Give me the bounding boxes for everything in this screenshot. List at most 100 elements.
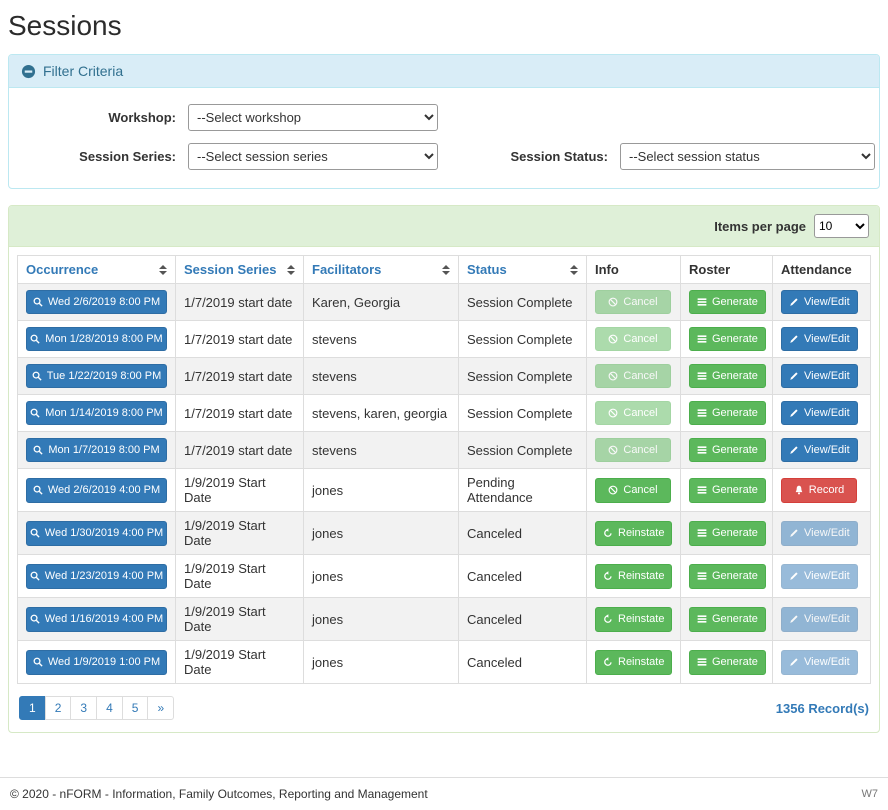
occurrence-button[interactable]: Tue 1/22/2019 8:00 PM — [26, 364, 167, 388]
session-series-cell: 1/9/2019 Start Date — [176, 598, 304, 641]
pagination-page-5[interactable]: 5 — [122, 696, 149, 720]
undo-icon — [603, 571, 613, 581]
info-button[interactable]: Cancel — [595, 364, 671, 388]
list-icon — [697, 408, 707, 418]
roster-button[interactable]: Generate — [689, 364, 766, 388]
facilitators-cell: stevens — [304, 432, 459, 469]
occurrence-button[interactable]: Mon 1/14/2019 8:00 PM — [26, 401, 167, 425]
roster-button[interactable]: Generate — [689, 650, 766, 674]
items-per-page-select[interactable]: 10 — [814, 214, 869, 238]
session-series-select[interactable]: --Select session series — [188, 143, 438, 170]
undo-icon — [603, 614, 613, 624]
status-cell: Canceled — [459, 512, 587, 555]
column-header-session-series[interactable]: Session Series — [176, 256, 304, 284]
occurrence-button[interactable]: Mon 1/28/2019 8:00 PM — [26, 327, 167, 351]
roster-button[interactable]: Generate — [689, 521, 766, 545]
column-header-label: Info — [595, 262, 619, 277]
pencil-icon — [789, 614, 799, 624]
session-status-select[interactable]: --Select session status — [620, 143, 875, 170]
table-row: Mon 1/7/2019 8:00 PM 1/7/2019 start date… — [18, 432, 871, 469]
pagination-page-1[interactable]: 1 — [19, 696, 46, 720]
record-count: 1356 Record(s) — [776, 701, 869, 716]
search-icon — [30, 408, 40, 418]
attendance-button[interactable]: View/Edit — [781, 438, 858, 462]
table-header-row: Occurrence Session Series Facilitators Stat… — [18, 256, 871, 284]
pagination-next-button[interactable]: » — [147, 696, 174, 720]
pencil-icon — [789, 408, 799, 418]
column-header-facilitators[interactable]: Facilitators — [304, 256, 459, 284]
occurrence-button[interactable]: Wed 2/6/2019 4:00 PM — [26, 478, 167, 502]
list-icon — [697, 371, 707, 381]
attendance-button[interactable]: Record — [781, 478, 857, 502]
status-cell: Pending Attendance — [459, 469, 587, 512]
attendance-button[interactable]: View/Edit — [781, 290, 858, 314]
facilitators-cell: Karen, Georgia — [304, 284, 459, 321]
info-button[interactable]: Cancel — [595, 290, 671, 314]
session-series-label: Session Series: — [21, 149, 176, 164]
table-row: Wed 1/9/2019 1:00 PM 1/9/2019 Start Date… — [18, 641, 871, 684]
list-icon — [697, 528, 707, 538]
occurrence-label: Mon 1/14/2019 8:00 PM — [45, 407, 162, 419]
column-header-status[interactable]: Status — [459, 256, 587, 284]
roster-button[interactable]: Generate — [689, 327, 766, 351]
occurrence-button[interactable]: Wed 2/6/2019 8:00 PM — [26, 290, 167, 314]
info-button[interactable]: Reinstate — [595, 650, 672, 674]
sort-icon — [287, 265, 295, 275]
facilitators-cell: stevens — [304, 358, 459, 395]
page-title: Sessions — [8, 10, 880, 42]
sessions-table-container: Occurrence Session Series Facilitators Stat… — [9, 247, 879, 732]
list-icon — [697, 485, 707, 495]
facilitators-cell: jones — [304, 598, 459, 641]
column-header-label: Facilitators — [312, 262, 381, 277]
roster-button[interactable]: Generate — [689, 607, 766, 631]
info-button[interactable]: Cancel — [595, 478, 671, 502]
occurrence-button[interactable]: Mon 1/7/2019 8:00 PM — [26, 438, 167, 462]
pagination-page-4[interactable]: 4 — [96, 696, 123, 720]
info-button[interactable]: Reinstate — [595, 521, 672, 545]
search-icon — [30, 614, 40, 624]
attendance-button[interactable]: View/Edit — [781, 564, 858, 588]
filter-panel-title: Filter Criteria — [43, 63, 123, 79]
pencil-icon — [789, 528, 799, 538]
info-button[interactable]: Cancel — [595, 327, 671, 351]
roster-button[interactable]: Generate — [689, 290, 766, 314]
occurrence-button[interactable]: Wed 1/23/2019 4:00 PM — [26, 564, 167, 588]
info-button[interactable]: Cancel — [595, 401, 671, 425]
occurrence-label: Wed 1/23/2019 4:00 PM — [45, 570, 163, 582]
minus-circle-icon[interactable] — [21, 64, 36, 79]
filter-panel-header[interactable]: Filter Criteria — [9, 55, 879, 88]
roster-button[interactable]: Generate — [689, 478, 766, 502]
occurrence-button[interactable]: Wed 1/9/2019 1:00 PM — [26, 650, 167, 674]
column-header-occurrence[interactable]: Occurrence — [18, 256, 176, 284]
workshop-select[interactable]: --Select workshop — [188, 104, 438, 131]
sessions-page: Sessions Filter Criteria Workshop: --Sel… — [0, 0, 888, 749]
facilitators-cell: jones — [304, 512, 459, 555]
items-per-page-label: Items per page — [714, 219, 806, 234]
occurrence-label: Wed 1/30/2019 4:00 PM — [45, 527, 163, 539]
column-header-attendance: Attendance — [773, 256, 871, 284]
attendance-button[interactable]: View/Edit — [781, 364, 858, 388]
status-cell: Session Complete — [459, 432, 587, 469]
table-row: Wed 2/6/2019 4:00 PM 1/9/2019 Start Date… — [18, 469, 871, 512]
occurrence-button[interactable]: Wed 1/30/2019 4:00 PM — [26, 521, 167, 545]
roster-button[interactable]: Generate — [689, 438, 766, 462]
attendance-button[interactable]: View/Edit — [781, 521, 858, 545]
info-button[interactable]: Reinstate — [595, 564, 672, 588]
info-button[interactable]: Reinstate — [595, 607, 672, 631]
pagination-page-2[interactable]: 2 — [45, 696, 72, 720]
roster-button[interactable]: Generate — [689, 401, 766, 425]
pagination-page-3[interactable]: 3 — [70, 696, 97, 720]
session-series-cell: 1/7/2019 start date — [176, 321, 304, 358]
occurrence-button[interactable]: Wed 1/16/2019 4:00 PM — [26, 607, 167, 631]
attendance-button[interactable]: View/Edit — [781, 327, 858, 351]
search-icon — [33, 657, 43, 667]
roster-button[interactable]: Generate — [689, 564, 766, 588]
attendance-button[interactable]: View/Edit — [781, 607, 858, 631]
attendance-button[interactable]: View/Edit — [781, 650, 858, 674]
status-cell: Canceled — [459, 598, 587, 641]
column-header-roster: Roster — [681, 256, 773, 284]
info-button[interactable]: Cancel — [595, 438, 671, 462]
column-header-label: Occurrence — [26, 262, 98, 277]
attendance-button[interactable]: View/Edit — [781, 401, 858, 425]
ban-icon — [608, 334, 618, 344]
